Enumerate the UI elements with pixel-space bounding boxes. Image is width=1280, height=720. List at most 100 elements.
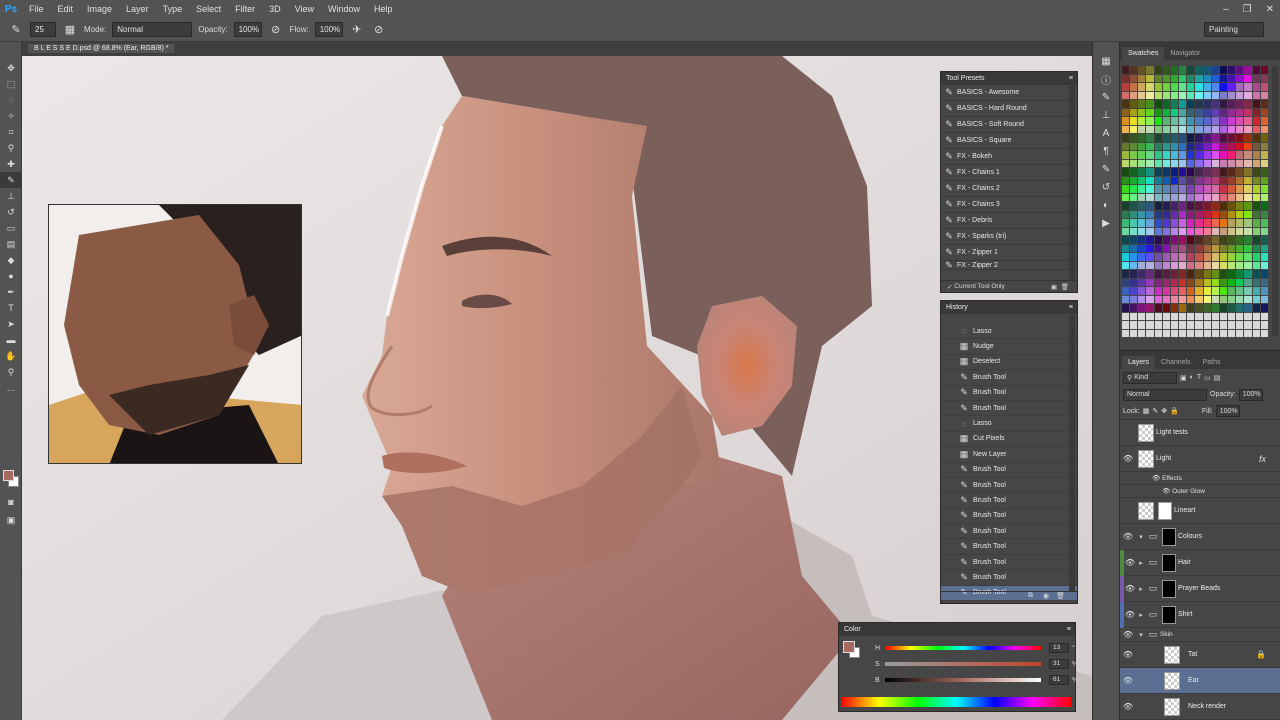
preset-item[interactable]: ✎ BASICS - Soft Round [941, 117, 1077, 133]
swatch-cell[interactable] [1195, 210, 1203, 218]
history-item[interactable]: ▦ Cut Pixels [941, 432, 1077, 448]
swatch-cell[interactable] [1179, 168, 1187, 176]
layer-effects-row[interactable]: 👁 Effects [1120, 472, 1280, 485]
menu-image[interactable]: Image [80, 4, 119, 14]
swatch-cell[interactable] [1236, 151, 1244, 159]
swatch-cell[interactable] [1130, 270, 1138, 278]
swatch-cell[interactable] [1162, 312, 1170, 320]
swatch-cell[interactable] [1162, 100, 1170, 108]
swatch-cell[interactable] [1146, 202, 1154, 210]
swatches-scrollbar[interactable] [1272, 66, 1278, 336]
preset-item[interactable]: ✎ FX - Chains 1 [941, 165, 1077, 181]
swatch-cell[interactable] [1219, 253, 1228, 261]
swatch-cell[interactable] [1138, 329, 1146, 337]
swatch-cell[interactable] [1162, 125, 1170, 133]
swatch-cell[interactable] [1130, 321, 1138, 329]
swatch-cell[interactable] [1170, 193, 1179, 201]
swatch-cell[interactable] [1138, 219, 1146, 227]
swatch-cell[interactable] [1138, 210, 1146, 218]
swatch-cell[interactable] [1252, 125, 1260, 133]
swatch-cell[interactable] [1122, 312, 1130, 320]
swatch-cell[interactable] [1154, 329, 1162, 337]
mode-select[interactable]: Normal [112, 22, 193, 37]
history-item[interactable]: ✎ Brush Tool [941, 555, 1077, 571]
swatch-cell[interactable] [1228, 151, 1236, 159]
gradient-tool-icon[interactable]: ▤ [0, 236, 22, 252]
swatch-cell[interactable] [1211, 74, 1219, 82]
swatch-cell[interactable] [1228, 74, 1236, 82]
swatch-cell[interactable] [1154, 142, 1162, 150]
swatch-cell[interactable] [1154, 304, 1162, 312]
history-brush-tool-icon[interactable]: ↺ [0, 204, 22, 220]
swatch-cell[interactable] [1146, 312, 1154, 320]
swatch-cell[interactable] [1244, 219, 1252, 227]
swatch-cell[interactable] [1146, 253, 1154, 261]
swatch-cell[interactable] [1211, 227, 1219, 235]
swatch-cell[interactable] [1154, 91, 1162, 99]
swatch-cell[interactable] [1130, 287, 1138, 295]
preset-item[interactable]: ✎ FX - Zipper 2 [941, 261, 1077, 270]
swatch-cell[interactable] [1195, 287, 1203, 295]
swatch-cell[interactable] [1260, 185, 1268, 193]
swatch-cell[interactable] [1122, 117, 1130, 125]
swatch-cell[interactable] [1228, 219, 1236, 227]
swatch-cell[interactable] [1146, 83, 1154, 91]
menu-help[interactable]: Help [367, 4, 400, 14]
swatch-cell[interactable] [1244, 202, 1252, 210]
swatch-cell[interactable] [1122, 159, 1130, 167]
swatch-cell[interactable] [1154, 278, 1162, 286]
swatch-cell[interactable] [1228, 91, 1236, 99]
swatch-cell[interactable] [1179, 117, 1187, 125]
chevron-down-icon[interactable]: ▾ [1136, 631, 1146, 639]
swatch-cell[interactable] [1138, 261, 1146, 269]
history-item[interactable]: ▦ New Layer [941, 447, 1077, 463]
swatch-cell[interactable] [1179, 227, 1187, 235]
swatch-cell[interactable] [1203, 261, 1211, 269]
swatch-cell[interactable] [1179, 304, 1187, 312]
swatch-cell[interactable] [1179, 159, 1187, 167]
swatch-cell[interactable] [1170, 159, 1179, 167]
swatch-cell[interactable] [1236, 253, 1244, 261]
swatch-cell[interactable] [1195, 295, 1203, 303]
swatch-cell[interactable] [1130, 117, 1138, 125]
swatch-cell[interactable] [1187, 159, 1195, 167]
swatch-cell[interactable] [1154, 287, 1162, 295]
swatch-cell[interactable] [1252, 304, 1260, 312]
swatch-cell[interactable] [1203, 312, 1211, 320]
swatch-cell[interactable] [1195, 270, 1203, 278]
swatch-cell[interactable] [1236, 91, 1244, 99]
swatch-cell[interactable] [1162, 244, 1170, 252]
swatch-cell[interactable] [1211, 210, 1219, 218]
swatch-cell[interactable] [1228, 117, 1236, 125]
swatch-cell[interactable] [1236, 236, 1244, 244]
swatch-cell[interactable] [1244, 185, 1252, 193]
swatch-cell[interactable] [1170, 185, 1179, 193]
swatch-cell[interactable] [1211, 193, 1219, 201]
swatch-cell[interactable] [1187, 66, 1195, 74]
swatch-cell[interactable] [1260, 91, 1268, 99]
swatch-cell[interactable] [1170, 236, 1179, 244]
swatch-cell[interactable] [1146, 244, 1154, 252]
new-snapshot-icon[interactable]: ◉ [1043, 592, 1049, 600]
swatch-cell[interactable] [1203, 185, 1211, 193]
swatch-cell[interactable] [1219, 100, 1228, 108]
flow-field[interactable]: 100% [314, 22, 343, 37]
swatch-cell[interactable] [1219, 236, 1228, 244]
pressure-size-icon[interactable]: ⊘ [371, 22, 387, 38]
filter-shape-icon[interactable]: ▭ [1204, 374, 1211, 382]
layer-row-light-tests[interactable]: Light tests [1120, 420, 1280, 446]
swatch-cell[interactable] [1138, 227, 1146, 235]
shape-tool-icon[interactable]: ▬ [0, 332, 22, 348]
preset-item[interactable]: ✎ FX - Chains 3 [941, 197, 1077, 213]
tab-channels[interactable]: Channels [1155, 356, 1197, 369]
swatch-cell[interactable] [1138, 236, 1146, 244]
swatch-cell[interactable] [1154, 83, 1162, 91]
history-panel-icon[interactable]: ↺ [1093, 178, 1119, 196]
swatch-cell[interactable] [1122, 185, 1130, 193]
swatch-cell[interactable] [1252, 151, 1260, 159]
swatch-cell[interactable] [1146, 151, 1154, 159]
swatch-cell[interactable] [1130, 100, 1138, 108]
swatch-cell[interactable] [1146, 193, 1154, 201]
swatch-cell[interactable] [1130, 244, 1138, 252]
swatch-cell[interactable] [1228, 321, 1236, 329]
